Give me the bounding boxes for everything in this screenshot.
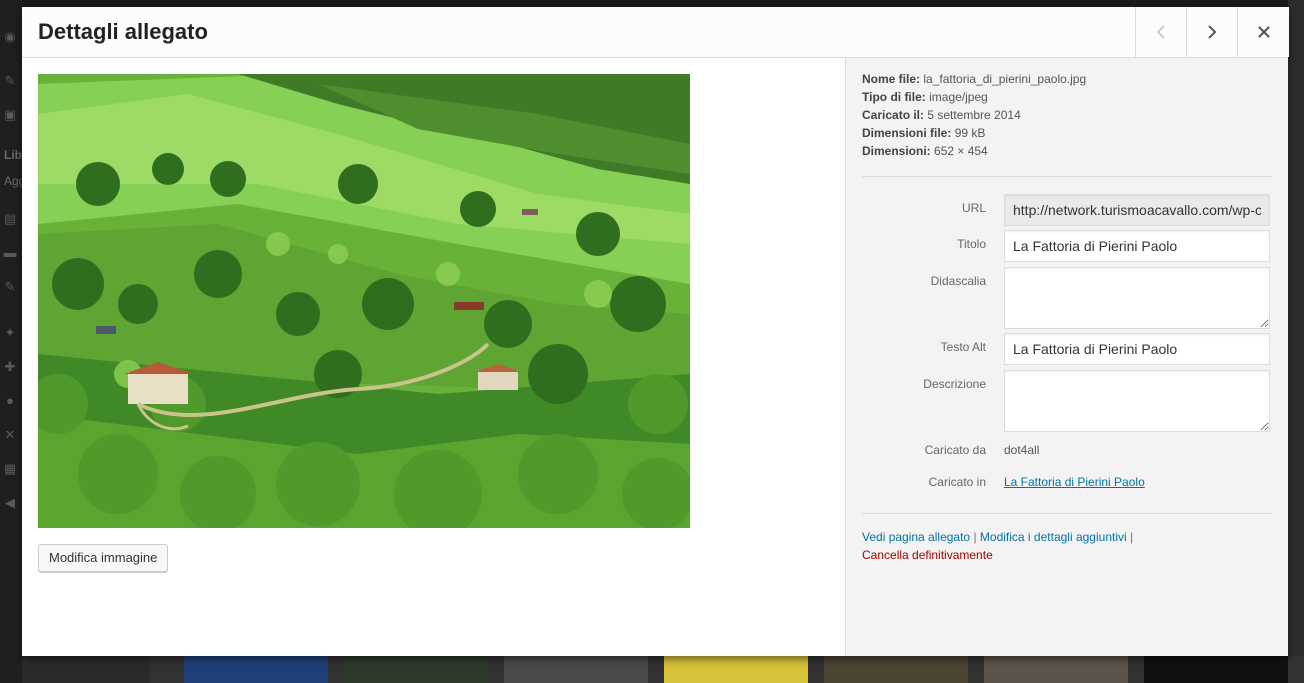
dashboard-icon: ◉ [4, 29, 16, 44]
attachment-media-view: Modifica immagine [22, 58, 845, 656]
media-thumbnail [184, 656, 328, 683]
edit-image-button[interactable]: Modifica immagine [38, 544, 169, 572]
attachment-details-modal: Dettagli allegato Modifica immagine Nome… [22, 7, 1289, 656]
edit-more-details-link[interactable]: Modifica i dettagli aggiuntivi [980, 530, 1127, 544]
dimensions-label: Dimensioni: [862, 144, 931, 158]
close-icon [1257, 26, 1270, 38]
modal-title: Dettagli allegato [38, 19, 208, 44]
close-modal-button[interactable] [1237, 7, 1289, 57]
settings-icon: ▦ [3, 461, 17, 476]
description-textarea[interactable] [1004, 370, 1270, 432]
delete-permanently-link[interactable]: Cancella definitivamente [862, 548, 993, 562]
file-info-row: Caricato il: 5 settembre 2014 [862, 106, 1272, 124]
chevron-left-icon [1156, 25, 1165, 39]
file-info-row: Dimensioni file: 99 kB [862, 124, 1272, 142]
sidebar-text-library: Lib [4, 148, 22, 162]
filetype-value: image/jpeg [929, 90, 988, 104]
file-info-row: Tipo di file: image/jpeg [862, 88, 1272, 106]
file-info-row: Dimensioni: 652 × 454 [862, 142, 1272, 160]
filesize-label: Dimensioni file: [862, 126, 952, 140]
uploaded-to-value: La Fattoria di Pierini Paolo [1004, 474, 1145, 490]
attachment-preview-image [38, 74, 690, 528]
url-input[interactable] [1004, 194, 1270, 226]
divider [862, 176, 1272, 177]
uploaded-by-label: Caricato da [924, 443, 986, 457]
actions-separator: | [1130, 530, 1134, 544]
file-info-row: Nome file: la_fattoria_di_pierini_paolo.… [862, 70, 1272, 88]
pin-icon: ✎ [4, 73, 16, 88]
landscape-photo [38, 74, 690, 528]
pin-icon-2: ✎ [4, 279, 16, 294]
filetype-label: Tipo di file: [862, 90, 926, 104]
media-thumbnail [664, 656, 808, 683]
attachment-details-panel: Nome file: la_fattoria_di_pierini_paolo.… [845, 58, 1288, 656]
divider [862, 513, 1272, 514]
uploaded-to-label: Caricato in [928, 475, 986, 489]
alt-text-input[interactable] [1004, 333, 1270, 365]
plugins-icon: ✚ [4, 359, 16, 374]
tools-icon: ✕ [4, 427, 16, 442]
users-icon: ● [6, 393, 14, 408]
view-attachment-page-link[interactable]: Vedi pagina allegato [862, 530, 970, 544]
title-label: Titolo [957, 237, 986, 251]
media-thumbnail [984, 656, 1128, 683]
pages-icon: ▤ [3, 211, 17, 226]
description-label: Descrizione [923, 377, 986, 391]
uploaded-date-value: 5 settembre 2014 [927, 108, 1021, 122]
uploaded-date-label: Caricato il: [862, 108, 925, 122]
chevron-right-icon [1208, 25, 1217, 39]
right-background [1288, 0, 1304, 683]
actions-separator: | [973, 530, 977, 544]
dimensions-value: 652 × 454 [934, 144, 988, 158]
filesize-value: 99 kB [954, 126, 986, 140]
caption-textarea[interactable] [1004, 267, 1270, 329]
url-label: URL [961, 201, 986, 215]
media-icon: ▣ [3, 107, 17, 122]
media-thumbnail [504, 656, 648, 683]
media-thumbnail [344, 656, 488, 683]
attachment-actions: Vedi pagina allegato | Modifica i dettag… [862, 528, 1272, 564]
media-thumbnail [824, 656, 968, 683]
filename-label: Nome file: [862, 72, 921, 86]
next-attachment-button[interactable] [1186, 7, 1237, 57]
file-info: Nome file: la_fattoria_di_pierini_paolo.… [862, 70, 1272, 160]
comments-icon: ▬ [3, 245, 17, 260]
previous-attachment-button[interactable] [1135, 7, 1186, 57]
appearance-icon: ✦ [4, 325, 16, 340]
uploaded-by-value: dot4all [1004, 443, 1040, 457]
admin-sidebar-background: ◉ ✎ ▣ Lib Agg ▤ ▬ ✎ ✦ ✚ ● ✕ ▦ ◀ [0, 0, 25, 683]
title-input[interactable] [1004, 230, 1270, 262]
caption-label: Didascalia [930, 274, 986, 288]
collapse-icon: ◀ [5, 495, 15, 510]
filename-value: la_fattoria_di_pierini_paolo.jpg [923, 72, 1087, 86]
modal-header: Dettagli allegato [22, 7, 1289, 58]
uploaded-to-link[interactable]: La Fattoria di Pierini Paolo [1004, 475, 1145, 489]
alt-text-label: Testo Alt [940, 340, 986, 354]
admin-bar-background [0, 0, 1304, 7]
media-thumbnail [1144, 656, 1288, 683]
